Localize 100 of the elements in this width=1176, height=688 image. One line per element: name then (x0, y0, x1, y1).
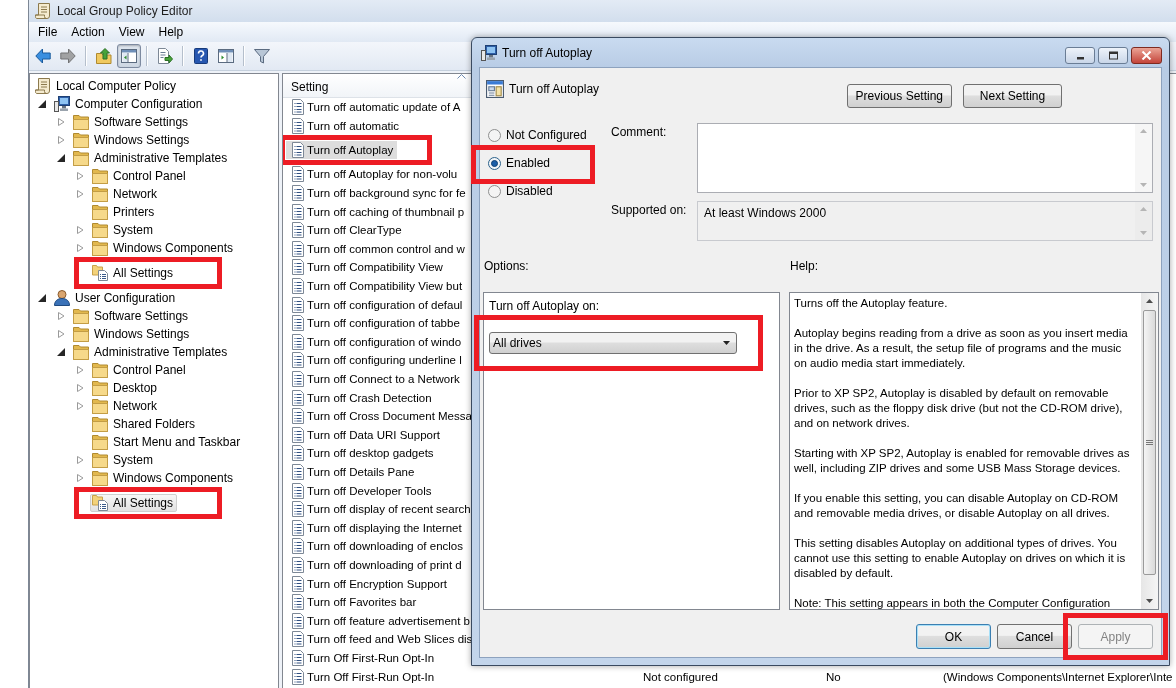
radio-option[interactable]: Disabled (488, 184, 553, 198)
tree-item[interactable]: Software Settings (71, 307, 193, 325)
setting-item[interactable]: Turn off common control and w (286, 239, 469, 258)
expanded-arrow-icon[interactable] (38, 100, 46, 108)
setting-item[interactable]: Turn off downloading of enclos (286, 537, 467, 556)
tree-item[interactable]: User Configuration (52, 289, 180, 307)
radio-option[interactable]: Not Configured (488, 128, 587, 142)
collapsed-arrow-icon[interactable] (76, 226, 84, 234)
setting-item[interactable]: Turn off Connect to a Network (286, 370, 464, 388)
expanded-arrow-icon[interactable] (57, 154, 65, 162)
menu-item[interactable]: Help (151, 25, 191, 39)
setting-item[interactable]: Turn off configuration of defaul (286, 295, 467, 314)
setting-item[interactable]: Turn off Developer Tools (286, 481, 436, 500)
setting-item[interactable]: Turn off display of recent search (286, 500, 475, 519)
previous-setting-button[interactable]: Previous Setting (846, 84, 952, 108)
tree-item[interactable]: All Settings (90, 264, 178, 282)
collapsed-arrow-icon[interactable] (76, 190, 84, 198)
maximize-button[interactable] (1098, 47, 1128, 64)
setting-item[interactable]: Turn off feature advertisement b (286, 611, 474, 630)
setting-item[interactable]: Turn off background sync for fe (286, 184, 470, 203)
tree-item[interactable]: Windows Settings (71, 325, 194, 343)
list-document-icon (290, 668, 306, 685)
collapsed-arrow-icon[interactable] (76, 172, 84, 180)
setting-item[interactable]: Turn off downloading of print d (286, 555, 466, 574)
collapsed-arrow-icon[interactable] (76, 402, 84, 410)
setting-item[interactable]: Turn off caching of thumbnail p (286, 202, 469, 221)
scrollbar[interactable] (1141, 293, 1158, 609)
tree-item[interactable]: Start Menu and Taskbar (90, 433, 245, 451)
dropdown[interactable]: All drives (489, 332, 737, 354)
expanded-arrow-icon[interactable] (38, 294, 46, 302)
collapsed-arrow-icon[interactable] (76, 384, 84, 392)
expanded-arrow-icon[interactable] (57, 348, 65, 356)
setting-item[interactable]: Turn off Favorites bar (286, 593, 421, 612)
tree-item[interactable]: Shared Folders (90, 415, 200, 433)
setting-item[interactable]: Turn off configuration of windo (286, 332, 466, 351)
tree-item[interactable]: Network (90, 397, 161, 415)
setting-item[interactable]: Turn off Autoplay for non-volu (286, 165, 462, 184)
radio-icon[interactable] (488, 156, 501, 170)
tree-item[interactable]: Software Settings (71, 113, 193, 131)
setting-item[interactable]: Turn off automatic (286, 116, 404, 135)
comment-field[interactable] (697, 123, 1153, 193)
collapsed-arrow-icon[interactable] (76, 474, 84, 482)
setting-item[interactable]: Turn Off First-Run Opt-In (286, 648, 439, 667)
tree-item[interactable]: All Settings (90, 494, 178, 512)
collapsed-arrow-icon[interactable] (76, 366, 84, 374)
radio-icon[interactable] (488, 184, 501, 198)
setting-item[interactable]: Turn off Encryption Support (286, 574, 451, 593)
collapsed-arrow-icon[interactable] (57, 312, 65, 320)
menu-item[interactable]: File (31, 25, 65, 39)
setting-item[interactable]: Turn off automatic update of A (286, 98, 465, 117)
setting-item[interactable]: Turn off Crash Detection (286, 388, 436, 407)
menu-item[interactable]: Action (64, 25, 112, 39)
next-setting-button[interactable]: Next Setting (963, 84, 1062, 108)
setting-item[interactable]: Turn off Compatibility View but (286, 277, 467, 296)
menu-item[interactable]: View (111, 25, 152, 39)
setting-item[interactable]: Turn off Data URI Support (286, 425, 444, 444)
help-icon (193, 48, 209, 64)
setting-item[interactable]: Turn Off First-Run Opt-In (286, 667, 439, 686)
tree-item[interactable]: Local Computer Policy (33, 77, 181, 95)
scrollbar[interactable] (1135, 202, 1152, 240)
setting-item[interactable]: Turn off configuration of tabbe (286, 314, 464, 333)
setting-item[interactable]: Turn off Cross Document Messa (286, 407, 476, 426)
grip-icon (1146, 440, 1153, 445)
tree-item[interactable]: Windows Components (90, 469, 238, 487)
collapsed-arrow-icon[interactable] (76, 244, 84, 252)
collapsed-arrow-icon[interactable] (57, 118, 65, 126)
tree-item[interactable]: Control Panel (90, 167, 190, 185)
setting-item[interactable]: Turn off desktop gadgets (286, 444, 438, 463)
tree-item[interactable]: Computer Configuration (52, 95, 207, 113)
collapsed-arrow-icon[interactable] (57, 330, 65, 338)
setting-item[interactable]: Turn off ClearType (286, 221, 406, 240)
collapsed-arrow-icon[interactable] (76, 456, 84, 464)
setting-item[interactable]: Turn off configuring underline l (286, 351, 466, 370)
tree-item[interactable]: Control Panel (90, 361, 190, 379)
setting-item[interactable]: Turn off Details Pane (286, 463, 419, 481)
tree-item[interactable]: Administrative Templates (71, 149, 232, 167)
setting-item[interactable]: Turn off Compatibility View (286, 258, 447, 277)
radio-option[interactable]: Enabled (488, 156, 551, 170)
cancel-button[interactable]: Cancel (997, 624, 1072, 649)
scrollbar[interactable] (1135, 124, 1152, 192)
setting-item[interactable]: Turn off Autoplay (286, 141, 398, 160)
ok-button[interactable]: OK (916, 624, 991, 649)
setting-item[interactable]: Turn off displaying the Internet (286, 518, 466, 537)
caret-icon (723, 341, 730, 345)
tree-item[interactable]: Windows Components (90, 239, 238, 257)
tree-item[interactable]: Windows Settings (71, 131, 194, 149)
tree-item[interactable]: Network (90, 185, 161, 203)
tree-item[interactable]: Printers (90, 203, 159, 221)
tree-item[interactable]: System (90, 451, 157, 469)
tree-item[interactable]: Administrative Templates (71, 343, 232, 361)
folder-icon (92, 186, 108, 202)
tree-item[interactable]: System (90, 221, 157, 239)
radio-icon[interactable] (488, 128, 501, 142)
toolbar-button[interactable] (117, 44, 141, 68)
tree-item[interactable]: Desktop (90, 379, 162, 397)
close-button[interactable] (1131, 47, 1162, 64)
collapsed-arrow-icon[interactable] (57, 136, 65, 144)
minimize-button[interactable] (1065, 47, 1095, 64)
scroll-thumb[interactable] (1143, 310, 1156, 575)
setting-item[interactable]: Turn off feed and Web Slices dis (286, 630, 477, 649)
